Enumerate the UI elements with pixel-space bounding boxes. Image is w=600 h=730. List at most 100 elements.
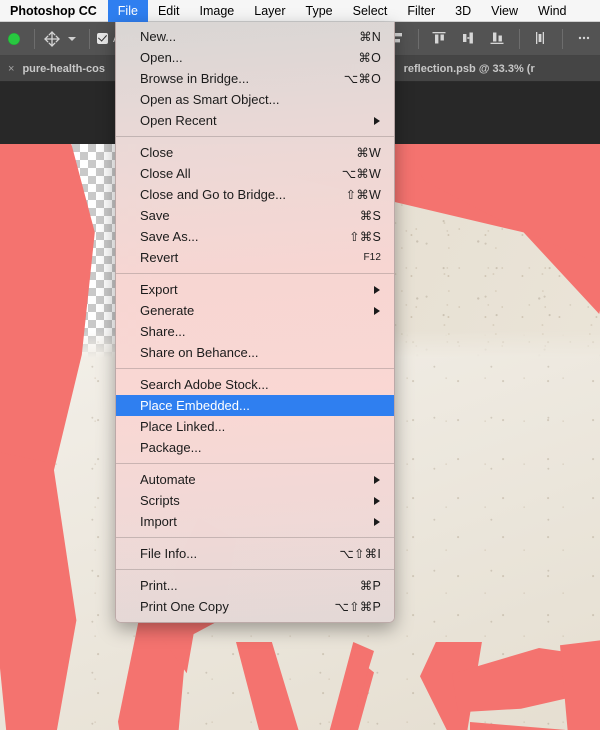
menu-item-revert[interactable]: Revert F12 [116, 247, 394, 268]
file-dropdown-menu[interactable]: New... ⌘N Open... ⌘O Browse in Bridge... ⌥⌘O O… [115, 22, 395, 623]
app-name: Photoshop CC [10, 3, 97, 18]
menu-item-shortcut: ⌥⌘O [343, 72, 381, 86]
menu-item-label: New... [140, 29, 177, 44]
menu-item-label: Generate [140, 303, 195, 318]
menu-item-shortcut: ⌘S [359, 209, 381, 223]
divider [418, 28, 419, 49]
menu-item-open-as-smart-object[interactable]: Open as Smart Object... [116, 89, 394, 110]
chevron-down-icon[interactable] [68, 36, 76, 41]
menu-item-label: Import [140, 514, 177, 529]
distribute-vertical-icon[interactable] [531, 29, 551, 49]
menu-separator [116, 368, 394, 369]
menu-item-label: File Info... [140, 546, 198, 561]
document-tab-label: reflection.psb @ 33.3% (r [403, 62, 535, 75]
menu-separator [116, 537, 394, 538]
menu-item-label: Revert [140, 250, 179, 265]
menu-item-label: Close [140, 145, 174, 160]
document-tab[interactable]: ×reflection.psb @ 33.3% (r [381, 56, 545, 82]
divider [34, 28, 35, 49]
menubar-item-image[interactable]: Image [190, 0, 245, 22]
menu-item-shortcut: ⌘P [359, 579, 381, 593]
align-top-edges-icon[interactable] [430, 29, 450, 49]
menu-item-import[interactable]: Import [116, 511, 394, 532]
menu-item-label: Browse in Bridge... [140, 71, 250, 86]
menu-item-label: Open Recent [140, 113, 217, 128]
menubar-item-file[interactable]: File [107, 0, 148, 22]
menubar-item-filter[interactable]: Filter [397, 0, 445, 22]
menubar-item-edit[interactable]: Edit [148, 0, 190, 22]
menu-item-package[interactable]: Package... [116, 437, 394, 458]
menu-item-shortcut: ⌘O [358, 51, 381, 65]
submenu-arrow-icon [374, 306, 380, 315]
menubar-item-3d[interactable]: 3D [445, 0, 481, 22]
menu-item-label: Print... [140, 578, 178, 593]
menu-separator [116, 273, 394, 274]
mac-menu-bar: Photoshop CC File Edit Image Layer Type Selec… [0, 0, 600, 22]
menu-item-shortcut: ⌥⌘W [341, 167, 381, 181]
submenu-arrow-icon [374, 116, 380, 125]
menu-item-print[interactable]: Print... ⌘P [116, 575, 394, 596]
menu-item-search-adobe-stock[interactable]: Search Adobe Stock... [116, 374, 394, 395]
menu-item-share[interactable]: Share... [116, 321, 394, 342]
align-vertical-centers-icon[interactable] [459, 29, 479, 49]
menu-item-label: Scripts [140, 493, 180, 508]
menu-item-close-all[interactable]: Close All ⌥⌘W [116, 163, 394, 184]
document-tab[interactable]: × pure-health-cos [0, 56, 115, 82]
menu-item-label: Open... [140, 50, 183, 65]
menu-item-label: Print One Copy [140, 599, 229, 614]
document-tab-label: pure-health-cos [22, 62, 105, 75]
menu-item-save[interactable]: Save ⌘S [116, 205, 394, 226]
menu-item-scripts[interactable]: Scripts [116, 490, 394, 511]
submenu-arrow-icon [374, 285, 380, 294]
menu-item-label: Save As... [140, 229, 199, 244]
move-tool-icon[interactable] [42, 29, 62, 49]
menu-item-close[interactable]: Close ⌘W [116, 142, 394, 163]
menu-item-automate[interactable]: Automate [116, 469, 394, 490]
menu-item-label: Share... [140, 324, 186, 339]
menu-item-save-as[interactable]: Save As... ⇧⌘S [116, 226, 394, 247]
menu-item-open[interactable]: Open... ⌘O [116, 47, 394, 68]
menu-item-label: Search Adobe Stock... [140, 377, 269, 392]
menu-separator [116, 136, 394, 137]
close-icon[interactable]: × [8, 63, 14, 75]
menu-item-shortcut: ⌘W [356, 146, 381, 160]
menu-item-label: Close All [140, 166, 191, 181]
menu-item-label: Save [140, 208, 170, 223]
menu-item-label: Close and Go to Bridge... [140, 187, 286, 202]
menu-separator [116, 569, 394, 570]
more-options-icon[interactable] [574, 29, 594, 49]
menu-item-shortcut: ⌥⇧⌘I [339, 547, 381, 561]
menu-item-browse-in-bridge[interactable]: Browse in Bridge... ⌥⌘O [116, 68, 394, 89]
menu-item-export[interactable]: Export [116, 279, 394, 300]
menu-item-label: Export [140, 282, 178, 297]
window-zoom-button[interactable] [8, 32, 20, 45]
menu-item-close-and-go-to-bridge[interactable]: Close and Go to Bridge... ⇧⌘W [116, 184, 394, 205]
menu-item-label: Automate [140, 472, 196, 487]
menu-item-label: Share on Behance... [140, 345, 259, 360]
menu-item-new[interactable]: New... ⌘N [116, 26, 394, 47]
menu-item-file-info[interactable]: File Info... ⌥⇧⌘I [116, 543, 394, 564]
divider [562, 28, 563, 49]
menubar-item-type[interactable]: Type [296, 0, 343, 22]
checkbox-box [97, 33, 108, 44]
menu-item-shortcut: ⇧⌘S [349, 230, 381, 244]
menu-item-label: Package... [140, 440, 202, 455]
menu-item-label: Place Embedded... [140, 398, 250, 413]
menu-item-label: Place Linked... [140, 419, 226, 434]
menu-item-shortcut: ⌥⇧⌘P [334, 600, 381, 614]
menu-item-share-on-behance[interactable]: Share on Behance... [116, 342, 394, 363]
menubar-item-view[interactable]: View [481, 0, 528, 22]
divider [519, 28, 520, 49]
submenu-arrow-icon [374, 475, 380, 484]
menubar-item-wind[interactable]: Wind [528, 0, 576, 22]
menu-item-place-linked[interactable]: Place Linked... [116, 416, 394, 437]
menu-item-open-recent[interactable]: Open Recent [116, 110, 394, 131]
menu-item-shortcut: F12 [363, 252, 381, 263]
menubar-item-select[interactable]: Select [343, 0, 398, 22]
menubar-item-layer[interactable]: Layer [244, 0, 295, 22]
submenu-arrow-icon [374, 496, 380, 505]
menu-item-print-one-copy[interactable]: Print One Copy ⌥⇧⌘P [116, 596, 394, 617]
menu-item-generate[interactable]: Generate [116, 300, 394, 321]
align-bottom-edges-icon[interactable] [488, 29, 508, 49]
menu-item-place-embedded[interactable]: Place Embedded... [116, 395, 394, 416]
